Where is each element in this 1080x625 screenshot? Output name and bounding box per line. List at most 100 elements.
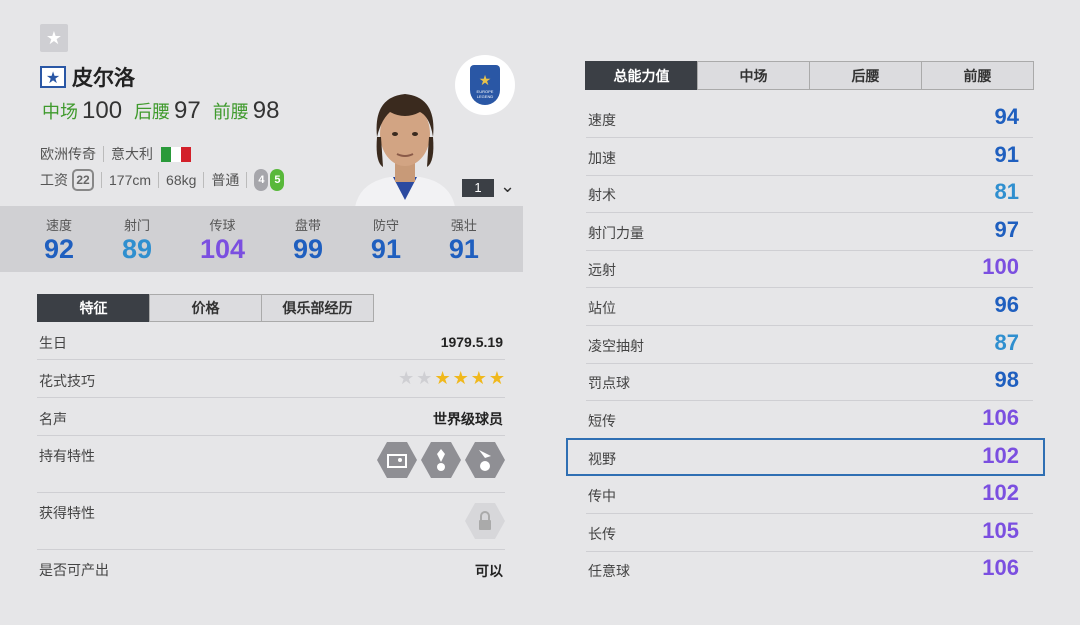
main-stat: 速度 92 bbox=[44, 215, 74, 264]
producible-label: 是否可产出 bbox=[39, 562, 109, 578]
stat-value: 104 bbox=[199, 233, 245, 264]
height-value: 177cm bbox=[109, 172, 152, 188]
producible-row: 是否可产出 可以 bbox=[37, 550, 505, 588]
info-tabs: 特征 价格 俱乐部经历 bbox=[37, 294, 374, 322]
season-label: 欧洲传奇 bbox=[40, 146, 96, 162]
position-value: 98 bbox=[252, 97, 280, 124]
star-filled-icon: ★ bbox=[488, 368, 505, 388]
strong-foot-badge: 5 bbox=[270, 169, 285, 191]
stat-value: 89 bbox=[121, 233, 152, 264]
upgrade-level-badge: 1 bbox=[462, 179, 494, 197]
selected-attribute-highlight bbox=[566, 438, 1045, 476]
star-filled-icon: ★ bbox=[434, 368, 451, 388]
player-name: 皮尔洛 bbox=[72, 67, 135, 90]
chevron-down-icon[interactable]: ⌄ bbox=[500, 176, 515, 197]
divider bbox=[101, 172, 102, 188]
main-stats-bar: 速度 92 射门 89 传球 104 盘带 99 防守 91 强壮 91 bbox=[0, 206, 523, 272]
owned-traits-label: 持有特性 bbox=[39, 448, 95, 464]
star-empty-icon: ★ bbox=[416, 368, 433, 388]
attribute-value: 94 bbox=[994, 104, 1019, 129]
attribute-value: 87 bbox=[994, 330, 1019, 355]
position-label: 中场 bbox=[42, 102, 78, 122]
star-filled-icon: ★ bbox=[452, 368, 469, 388]
badge-text: EUROPE LEGEND bbox=[476, 88, 494, 99]
position-value: 100 bbox=[82, 97, 123, 124]
attribute-value: 100 bbox=[982, 254, 1019, 279]
italy-flag-icon bbox=[161, 146, 191, 162]
tab-price[interactable]: 价格 bbox=[149, 294, 262, 322]
weight-value: 68kg bbox=[166, 172, 197, 188]
attribute-row: 射术 81 bbox=[586, 175, 1033, 213]
attribute-tabs: 总能力值 中场 后腰 前腰 bbox=[585, 61, 1034, 90]
attribute-row: 传中 102 bbox=[586, 476, 1033, 514]
stat-value: 91 bbox=[370, 233, 401, 264]
divider bbox=[203, 172, 205, 188]
player-portrait bbox=[345, 82, 465, 207]
star-icon: ★ bbox=[45, 28, 63, 48]
player-header: ★ 皮尔洛 bbox=[40, 62, 135, 92]
attribute-row: 凌空抽射 87 bbox=[586, 326, 1033, 364]
stat-value: 91 bbox=[448, 233, 479, 264]
tab-overall[interactable]: 总能力值 bbox=[585, 61, 698, 90]
owned-traits-row: 持有特性 bbox=[37, 436, 505, 493]
attribute-row: 罚点球 98 bbox=[586, 363, 1033, 401]
playmaker-trait-icon[interactable] bbox=[421, 442, 461, 478]
attribute-label: 站位 bbox=[588, 300, 616, 316]
attribute-label: 凌空抽射 bbox=[588, 338, 644, 354]
attribute-row: 射门力量 97 bbox=[586, 213, 1033, 251]
stat-label: 盘带 bbox=[294, 217, 321, 233]
main-stat: 防守 91 bbox=[371, 215, 401, 264]
attribute-row: 远射 100 bbox=[586, 250, 1033, 288]
acquired-traits-icons bbox=[465, 501, 505, 541]
tab-traits[interactable]: 特征 bbox=[37, 294, 150, 322]
free-kick-trait-icon[interactable] bbox=[465, 442, 505, 478]
attribute-value: 81 bbox=[994, 179, 1019, 204]
acquired-traits-row: 获得特性 bbox=[37, 493, 505, 550]
body-type-value: 普通 bbox=[211, 172, 240, 188]
wage-row: 工资 22 177cm 68kg 普通 4 5 bbox=[40, 169, 285, 191]
lock-icon[interactable] bbox=[465, 503, 505, 539]
long-shot-goal-trait-icon[interactable] bbox=[377, 442, 417, 478]
owned-traits-icons bbox=[377, 440, 505, 480]
wage-badge: 22 bbox=[72, 169, 94, 191]
tab-cdm[interactable]: 后腰 bbox=[809, 61, 922, 90]
attribute-value: 106 bbox=[982, 405, 1019, 430]
divider bbox=[158, 172, 160, 188]
main-stat: 传球 104 bbox=[200, 215, 245, 264]
attribute-label: 长传 bbox=[588, 526, 616, 542]
tab-club-history[interactable]: 俱乐部经历 bbox=[261, 294, 374, 322]
attribute-value: 98 bbox=[994, 367, 1019, 392]
attribute-label: 任意球 bbox=[588, 563, 630, 579]
tab-cam[interactable]: 前腰 bbox=[921, 61, 1034, 90]
producible-value: 可以 bbox=[475, 563, 503, 579]
reputation-label: 名声 bbox=[39, 411, 67, 427]
main-stat: 射门 89 bbox=[122, 215, 152, 264]
attribute-label: 传中 bbox=[588, 488, 616, 504]
birthday-row: 生日 1979.5.19 bbox=[37, 323, 505, 360]
reputation-value: 世界级球员 bbox=[433, 411, 503, 427]
attribute-row: 加速 91 bbox=[586, 138, 1033, 176]
favorite-star-button[interactable]: ★ bbox=[40, 24, 68, 52]
main-stat: 盘带 99 bbox=[293, 215, 323, 264]
position-label: 前腰 bbox=[212, 102, 249, 122]
reputation-row: 名声 世界级球员 bbox=[37, 398, 505, 436]
nation-label: 意大利 bbox=[111, 146, 153, 162]
attribute-value: 97 bbox=[994, 217, 1019, 242]
attribute-label: 速度 bbox=[588, 112, 616, 128]
star-filled-icon: ★ bbox=[470, 368, 487, 388]
attribute-label: 罚点球 bbox=[588, 375, 630, 391]
attribute-label: 短传 bbox=[588, 413, 616, 429]
tab-cm[interactable]: 中场 bbox=[697, 61, 810, 90]
attribute-row: 站位 96 bbox=[586, 288, 1033, 326]
season-nation-row: 欧洲传奇 意大利 bbox=[40, 144, 191, 164]
attribute-label: 射术 bbox=[588, 187, 616, 203]
star-empty-icon: ★ bbox=[398, 368, 415, 388]
birthday-value: 1979.5.19 bbox=[440, 334, 503, 350]
attribute-value: 96 bbox=[994, 292, 1019, 317]
acquired-traits-label: 获得特性 bbox=[39, 505, 95, 521]
birthday-label: 生日 bbox=[39, 335, 67, 351]
divider bbox=[103, 146, 104, 162]
attribute-row: 长传 105 bbox=[586, 514, 1033, 552]
skill-stars: ★ ★ ★ ★ ★ ★ bbox=[398, 368, 505, 389]
position-ratings: 中场 100 后腰 97 前腰 98 bbox=[42, 97, 287, 125]
